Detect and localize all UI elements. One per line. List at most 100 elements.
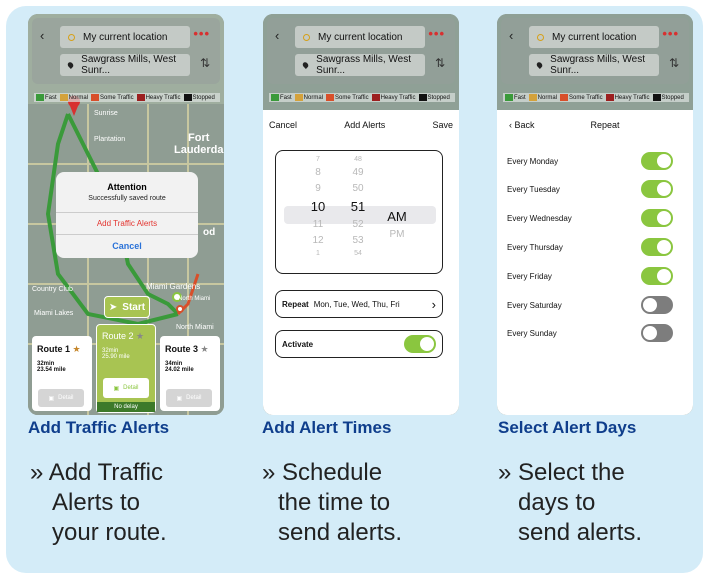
detail-label: Detail xyxy=(186,395,202,401)
detail-button[interactable]: ▣ Detail xyxy=(103,378,149,398)
repeat-value: Mon, Tue, Wed, Thu, Fri xyxy=(313,299,400,309)
destination-field[interactable]: Sawgrass Mills, West Sunr... xyxy=(529,54,659,76)
legend-label: Stopped xyxy=(192,94,215,101)
day-label: Every Thursday xyxy=(507,242,563,252)
route-distance: 25.90 mile xyxy=(102,354,130,360)
picker-option[interactable]: 7 xyxy=(306,155,330,165)
navigation-arrow-icon: ➤ xyxy=(108,301,118,313)
destination-field[interactable]: Sawgrass Mills, West Sunr... xyxy=(60,54,190,76)
route-card-2[interactable]: Route 2 ★ 32min 25.90 mile ▣ Detail No de… xyxy=(96,324,156,413)
more-options-icon[interactable]: ••• xyxy=(428,26,445,41)
origin-field[interactable]: My current location xyxy=(529,26,659,48)
map-label: Sunrise xyxy=(94,110,118,117)
origin-field[interactable]: My current location xyxy=(60,26,190,48)
activate-toggle[interactable] xyxy=(404,335,436,353)
chevron-right-icon: › xyxy=(431,296,436,312)
day-row-thursday[interactable]: Every Thursday xyxy=(507,236,673,258)
back-icon[interactable]: ‹ xyxy=(275,28,279,43)
repeat-row[interactable]: Repeat Mon, Tue, Wed, Thu, Fri › xyxy=(275,290,443,318)
star-icon[interactable]: ★ xyxy=(136,331,144,341)
picker-selected-minute[interactable]: 51 xyxy=(346,197,370,217)
legend-label: Heavy Traffic xyxy=(614,94,650,101)
cancel-button[interactable]: Cancel xyxy=(269,120,297,130)
location-pin-icon xyxy=(535,61,544,69)
picker-option[interactable]: 9 xyxy=(306,181,330,197)
map-label: Plantation xyxy=(94,136,126,143)
swap-icon[interactable]: ⇅ xyxy=(669,56,679,70)
route-card-1[interactable]: Route 1 ★ 32min 23.54 mile ▣ Detail xyxy=(32,336,92,411)
save-button[interactable]: Save xyxy=(432,120,453,130)
legend-swatch-normal xyxy=(294,94,303,101)
star-icon[interactable]: ★ xyxy=(201,344,209,354)
day-toggle[interactable] xyxy=(641,324,673,342)
caption-description-1: » Add Traffic Alerts to your route. xyxy=(30,458,167,548)
day-row-monday[interactable]: Every Monday xyxy=(507,150,673,172)
picker-selected-hour[interactable]: 10 xyxy=(306,197,330,217)
day-toggle[interactable] xyxy=(641,209,673,227)
day-toggle[interactable] xyxy=(641,238,673,256)
day-row-saturday[interactable]: Every Saturday xyxy=(507,294,673,316)
destination-text: Sawgrass Mills, West Sunr... xyxy=(81,54,176,76)
more-options-icon[interactable]: ••• xyxy=(193,26,210,41)
route-distance: 23.54 mile xyxy=(37,367,66,373)
map-label: Miami Gardens xyxy=(146,282,201,291)
back-icon[interactable]: ‹ xyxy=(40,28,44,43)
picker-option[interactable]: 53 xyxy=(346,233,370,249)
route-name: Route 2 xyxy=(102,331,134,341)
minute-wheel[interactable]: 48 49 50 51 52 53 54 xyxy=(346,155,370,259)
back-icon[interactable]: ‹ xyxy=(509,28,513,43)
time-picker[interactable]: 7 8 9 10 11 12 1 48 49 50 51 52 53 54 AM… xyxy=(275,150,443,274)
day-label: Every Friday xyxy=(507,271,552,281)
hour-wheel[interactable]: 7 8 9 10 11 12 1 xyxy=(306,155,330,259)
description-line: » Select the xyxy=(498,459,625,486)
legend-label: Some Traffic xyxy=(335,94,369,101)
caption-title-2: Add Alert Times xyxy=(262,418,392,437)
origin-text: My current location xyxy=(83,31,168,43)
add-traffic-alerts-button[interactable]: Add Traffic Alerts xyxy=(56,212,198,234)
origin-dot-icon xyxy=(68,33,75,41)
picker-option[interactable]: 49 xyxy=(346,165,370,181)
day-toggle[interactable] xyxy=(641,180,673,198)
picker-option[interactable]: 48 xyxy=(346,155,370,165)
legend-swatch-some xyxy=(91,94,100,101)
picker-option[interactable]: 8 xyxy=(306,165,330,181)
swap-icon[interactable]: ⇅ xyxy=(200,56,210,70)
detail-button[interactable]: ▣ Detail xyxy=(38,389,84,407)
legend-swatch-stopped xyxy=(652,94,661,101)
day-row-sunday[interactable]: Every Sunday xyxy=(507,322,673,344)
picker-option[interactable]: 52 xyxy=(346,217,370,233)
swap-icon[interactable]: ⇅ xyxy=(435,56,445,70)
day-row-tuesday[interactable]: Every Tuesday xyxy=(507,178,673,200)
more-options-icon[interactable]: ••• xyxy=(662,26,679,41)
day-label: Every Wednesday xyxy=(507,213,572,223)
picker-option[interactable]: 1 xyxy=(306,249,330,259)
route-search-box: ‹ My current location Sawgrass Mills, We… xyxy=(32,18,220,84)
legend-swatch-normal xyxy=(59,94,68,101)
picker-option[interactable]: 54 xyxy=(346,249,370,259)
day-row-wednesday[interactable]: Every Wednesday xyxy=(507,207,673,229)
picker-option[interactable]: 12 xyxy=(306,233,330,249)
map-label: Country Club xyxy=(32,286,73,293)
day-toggle[interactable] xyxy=(641,152,673,170)
origin-field[interactable]: My current location xyxy=(295,26,425,48)
star-icon[interactable]: ★ xyxy=(73,344,81,354)
day-row-friday[interactable]: Every Friday xyxy=(507,265,673,287)
dialog-cancel-button[interactable]: Cancel xyxy=(56,234,198,257)
start-button[interactable]: ➤ Start xyxy=(104,296,150,318)
picker-selected-ampm[interactable]: AM xyxy=(384,207,410,227)
map-label: North Miami xyxy=(176,324,214,331)
day-label: Every Sunday xyxy=(507,328,557,338)
legend-label: Fast xyxy=(280,94,292,101)
day-toggle[interactable] xyxy=(641,267,673,285)
route-card-3[interactable]: Route 3 ★ 34min 24.02 mile ▣ Detail xyxy=(160,336,220,411)
back-button[interactable]: ‹ Back xyxy=(509,120,535,130)
day-label: Every Monday xyxy=(507,156,559,166)
picker-option[interactable]: 11 xyxy=(306,217,330,233)
ampm-wheel[interactable]: AM PM xyxy=(384,207,410,243)
destination-field[interactable]: Sawgrass Mills, West Sunr... xyxy=(295,54,425,76)
picker-option[interactable]: 50 xyxy=(346,181,370,197)
destination-text: Sawgrass Mills, West Sunr... xyxy=(550,54,645,76)
picker-option[interactable]: PM xyxy=(384,227,410,243)
day-toggle[interactable] xyxy=(641,296,673,314)
detail-button[interactable]: ▣ Detail xyxy=(166,389,212,407)
